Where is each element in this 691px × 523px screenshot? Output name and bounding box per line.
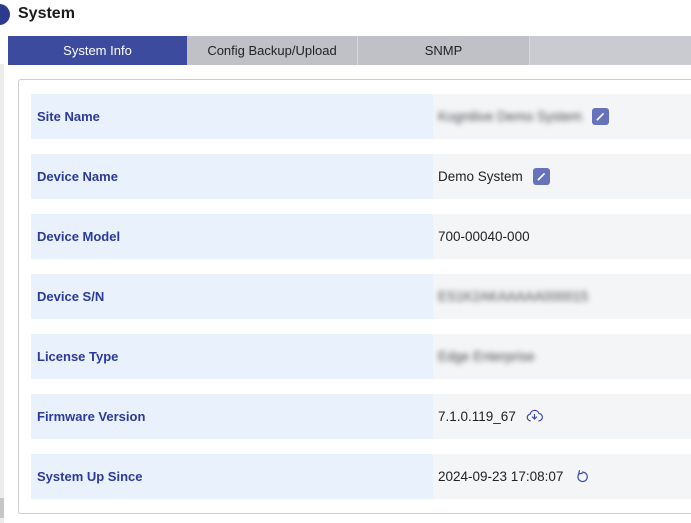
- row-value: Demo System: [438, 169, 523, 184]
- row-value: 700-00040-000: [438, 229, 530, 244]
- edit-device-name-button[interactable]: [533, 168, 550, 185]
- tab-config-backup-upload[interactable]: Config Backup/Upload: [187, 36, 358, 65]
- restore-uptime-button[interactable]: [572, 467, 592, 487]
- row-value: 7.1.0.119_67: [438, 409, 516, 424]
- row-value-cell: 7.1.0.119_67: [433, 394, 691, 439]
- row-value: ES1K2AKAAAAA000015: [438, 289, 588, 304]
- system-info-panel: Site Name Kognitive Demo System Device N…: [18, 79, 691, 514]
- row-license-type: License Type Edge Enterprise: [31, 334, 691, 379]
- row-site-name: Site Name Kognitive Demo System: [31, 94, 691, 139]
- row-device-model: Device Model 700-00040-000: [31, 214, 691, 259]
- firmware-download-button[interactable]: [525, 407, 545, 427]
- edit-pencil-icon: [595, 111, 606, 122]
- row-device-name: Device Name Demo System: [31, 154, 691, 199]
- tab-bar-filler: [530, 36, 691, 65]
- partial-circle-icon: [0, 4, 10, 25]
- edit-site-name-button[interactable]: [592, 108, 609, 125]
- row-value-cell: 700-00040-000: [433, 214, 691, 259]
- edit-pencil-icon: [536, 171, 547, 182]
- row-label: System Up Since: [31, 454, 433, 499]
- row-value-cell: Edge Enterprise: [433, 334, 691, 379]
- row-value: 2024-09-23 17:08:07: [438, 469, 563, 484]
- row-system-up-since: System Up Since 2024-09-23 17:08:07: [31, 454, 691, 499]
- left-scrollbar-thumb[interactable]: [0, 498, 4, 518]
- row-value: Kognitive Demo System: [438, 109, 582, 124]
- tab-system-info[interactable]: System Info: [8, 36, 187, 65]
- row-value: Edge Enterprise: [438, 349, 535, 364]
- row-firmware-version: Firmware Version 7.1.0.119_67: [31, 394, 691, 439]
- cloud-download-icon: [525, 407, 544, 426]
- system-page: System System Info Config Backup/Upload …: [0, 0, 691, 523]
- tab-snmp[interactable]: SNMP: [358, 36, 530, 65]
- row-value-cell: Demo System: [433, 154, 691, 199]
- row-label: License Type: [31, 334, 433, 379]
- row-device-sn: Device S/N ES1K2AKAAAAA000015: [31, 274, 691, 319]
- row-value-cell: Kognitive Demo System: [433, 94, 691, 139]
- row-label: Device Model: [31, 214, 433, 259]
- row-value-cell: 2024-09-23 17:08:07: [433, 454, 691, 499]
- page-title: System: [18, 5, 75, 23]
- row-label: Firmware Version: [31, 394, 433, 439]
- row-label: Device Name: [31, 154, 433, 199]
- restore-icon: [574, 468, 591, 485]
- row-label: Device S/N: [31, 274, 433, 319]
- tab-bar: System Info Config Backup/Upload SNMP: [8, 36, 691, 65]
- row-label: Site Name: [31, 94, 433, 139]
- row-value-cell: ES1K2AKAAAAA000015: [433, 274, 691, 319]
- left-scrollbar-track: [0, 64, 4, 523]
